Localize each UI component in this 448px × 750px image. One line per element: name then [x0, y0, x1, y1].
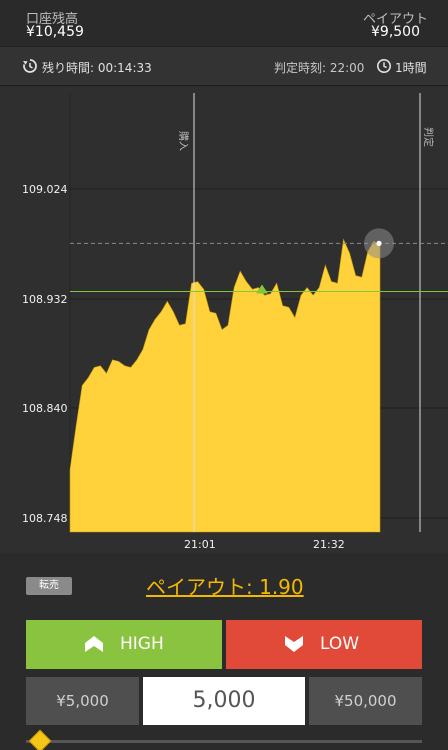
- judge-marker-label: 判定: [422, 127, 435, 147]
- payout-value: ¥9,500: [371, 24, 420, 40]
- trade-info-bar: 残り時間: 00:14:33 判定時刻: 22:00 1時間: [0, 46, 448, 86]
- amount-slider-track[interactable]: [26, 740, 422, 743]
- x-tick-label: 21:01: [184, 538, 216, 551]
- trade-panel: 転売 ペイアウト: 1.90 HIGH LOW ¥5,000 ¥50,000: [0, 553, 448, 750]
- price-chart[interactable]: 購入 判定 109.024 108.932 108.840 108.748 21…: [0, 87, 448, 553]
- arrow-down-icon: [285, 636, 303, 652]
- amount-max-button[interactable]: ¥50,000: [309, 677, 422, 725]
- price-area: [69, 238, 381, 533]
- high-label: HIGH: [120, 634, 164, 654]
- x-tick-label: 21:32: [313, 538, 345, 551]
- purchase-marker-label: 購入: [177, 131, 190, 151]
- amount-min-button[interactable]: ¥5,000: [26, 677, 139, 725]
- amount-slider-thumb[interactable]: [28, 729, 52, 750]
- remaining-time: 残り時間: 00:14:33: [42, 61, 152, 75]
- low-label: LOW: [320, 634, 360, 654]
- arrow-up-icon: [85, 636, 103, 652]
- y-tick-label: 108.932: [22, 293, 68, 306]
- y-tick-label: 108.840: [22, 402, 68, 415]
- payout-rate-link[interactable]: ペイアウト: 1.90: [146, 571, 304, 600]
- resell-button[interactable]: 転売: [26, 577, 72, 595]
- y-tick-label: 109.024: [22, 183, 68, 196]
- account-header: 口座残高 ¥10,459 ペイアウト ¥9,500: [0, 0, 448, 46]
- balance-value: ¥10,459: [26, 24, 84, 40]
- low-button[interactable]: LOW: [226, 620, 422, 669]
- period-label: 1時間: [395, 61, 427, 75]
- current-price-dot: [376, 240, 382, 246]
- y-tick-label: 108.748: [22, 512, 68, 525]
- high-button[interactable]: HIGH: [26, 620, 222, 669]
- timer-icon: [23, 59, 37, 73]
- judge-time: 判定時刻: 22:00: [274, 61, 365, 75]
- clock-icon: [377, 59, 391, 73]
- price-chart-svg: 購入 判定 109.024 108.932 108.840 108.748 21…: [22, 93, 448, 551]
- amount-input[interactable]: [143, 677, 305, 725]
